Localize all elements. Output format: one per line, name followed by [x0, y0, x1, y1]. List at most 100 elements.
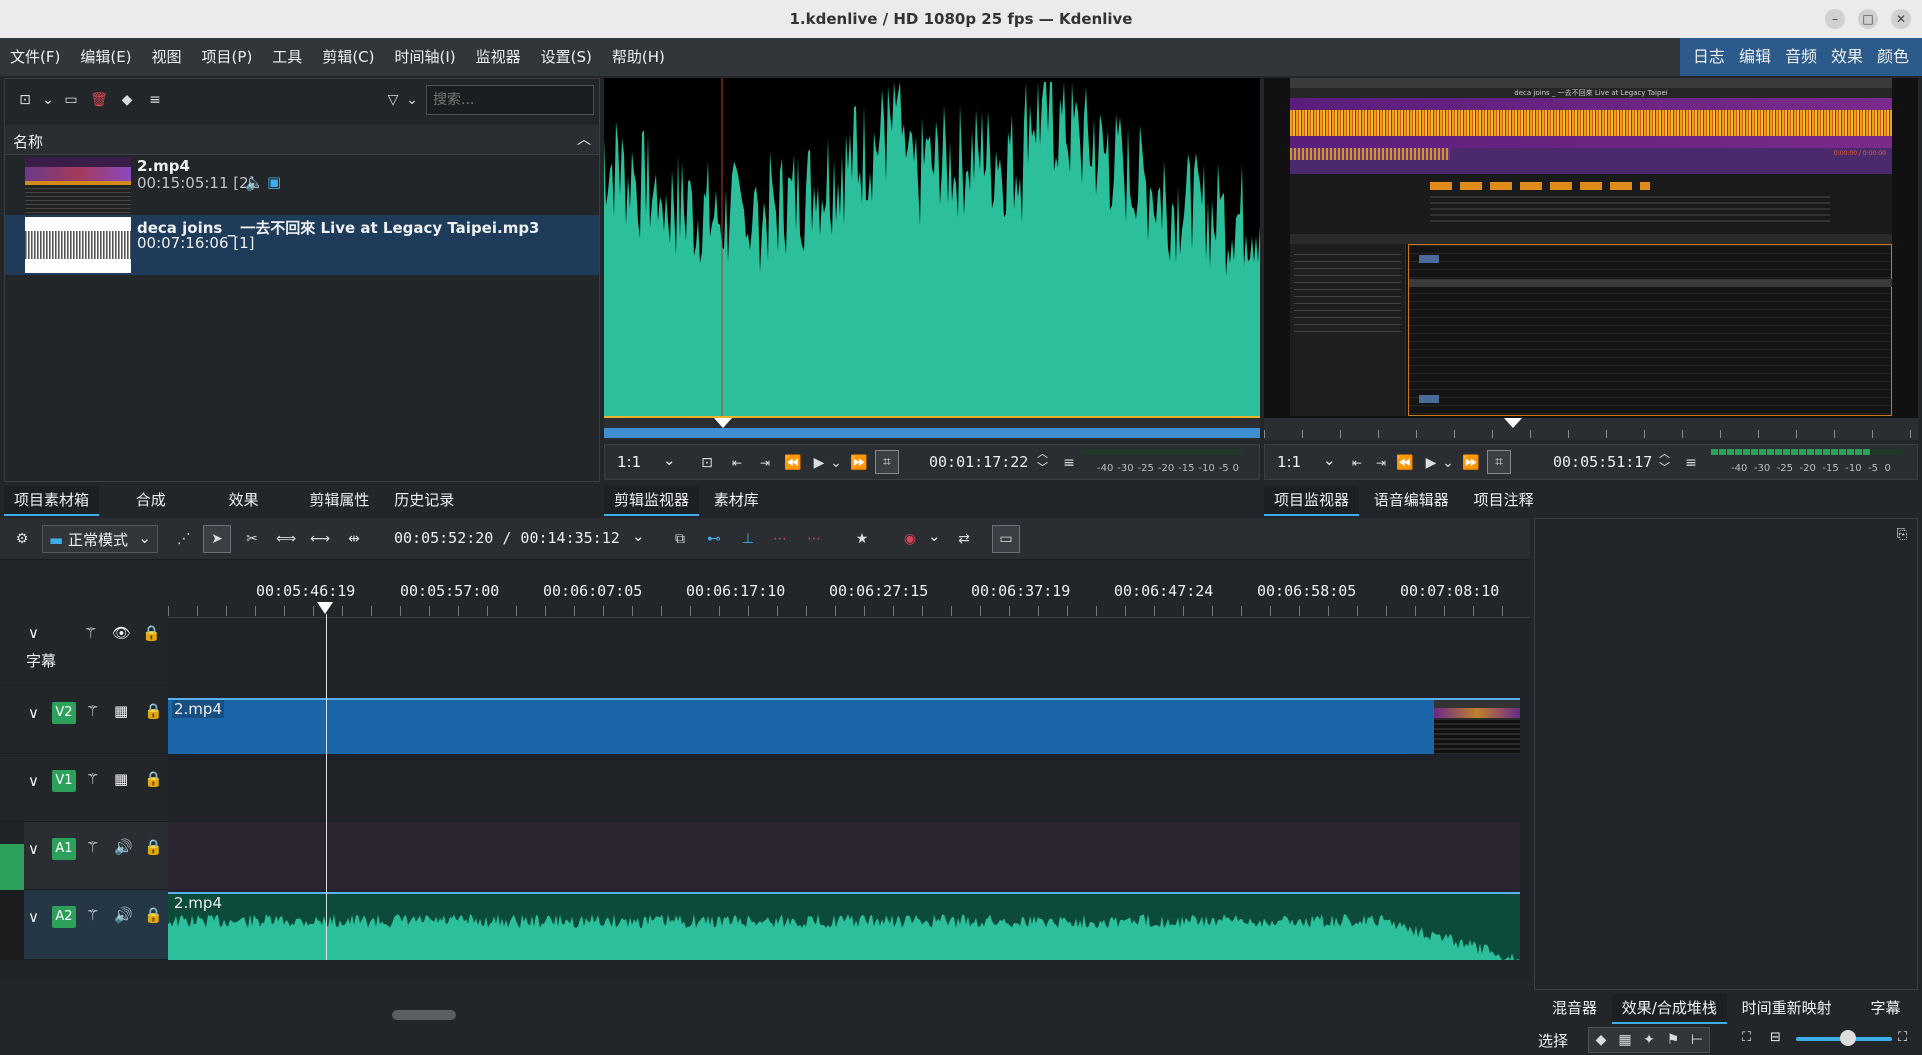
menu-help[interactable]: 帮助(H): [602, 38, 675, 76]
set-out-icon[interactable]: ⇥: [1369, 451, 1393, 475]
workspace-audio[interactable]: 音频: [1778, 38, 1824, 76]
tab-mixer[interactable]: 混音器: [1542, 994, 1607, 1022]
menu-icon[interactable]: ≡: [1057, 451, 1081, 475]
sort-chevron-icon[interactable]: ︿: [577, 129, 591, 149]
track-header-a2[interactable]: ∨ A2 ⚚ 🔊 🔒: [24, 890, 168, 960]
tab-time-remap[interactable]: 时间重新映射: [1732, 994, 1842, 1022]
minimize-button[interactable]: –: [1825, 9, 1845, 29]
menu-settings[interactable]: 设置(S): [531, 38, 602, 76]
folder-icon[interactable]: ▭: [59, 88, 83, 112]
film-icon[interactable]: ▦: [114, 770, 128, 788]
track-label[interactable]: A2: [52, 906, 76, 928]
forward-icon[interactable]: ⏩: [1459, 451, 1483, 475]
workspace-logging[interactable]: 日志: [1686, 38, 1732, 76]
crop-icon[interactable]: ⌗: [875, 450, 899, 474]
edit-mode-select[interactable]: ▬ 正常模式 ⌄: [42, 525, 158, 553]
track-header-v2[interactable]: ∨ V2 ⚚ ▦ 🔒: [0, 686, 168, 754]
menu-clip[interactable]: 剪辑(C): [312, 38, 384, 76]
lock-icon[interactable]: 🔒: [144, 770, 163, 788]
lock-icon[interactable]: 🔒: [142, 624, 161, 642]
filter-icon[interactable]: ▽: [381, 88, 405, 112]
play-icon[interactable]: ▶: [807, 451, 831, 475]
collapse-chevron-icon[interactable]: ∨: [28, 772, 39, 790]
lock-icon[interactable]: 🔒: [144, 838, 163, 856]
mix-icon[interactable]: ⇄: [952, 527, 976, 551]
playhead-marker[interactable]: [1504, 418, 1522, 428]
menu-icon[interactable]: ≡: [143, 88, 167, 112]
menu-tools[interactable]: 工具: [262, 38, 312, 76]
tab-history[interactable]: 历史记录: [384, 486, 464, 514]
tab-project-notes[interactable]: 项目注释: [1464, 486, 1544, 514]
bin-search-input[interactable]: [426, 85, 594, 115]
chevron-down-icon[interactable]: ⌄: [41, 88, 55, 112]
tab-clip-properties[interactable]: 剪辑属性: [299, 486, 379, 514]
tab-subtitles[interactable]: 字幕: [1860, 994, 1910, 1022]
tag-icon[interactable]: ◆: [1589, 1028, 1613, 1052]
subtitle-toggle-icon[interactable]: ▭: [992, 525, 1020, 553]
audio-clip[interactable]: 2.mp4: [168, 892, 1520, 960]
film-icon[interactable]: ▦: [114, 702, 128, 720]
tab-speech-editor[interactable]: 语音编辑器: [1364, 486, 1459, 514]
timeline-scrollbar[interactable]: [392, 1010, 456, 1020]
workspace-color[interactable]: 颜色: [1870, 38, 1916, 76]
chevron-down-icon[interactable]: ⌄: [928, 527, 941, 545]
add-clip-icon[interactable]: ⊡: [13, 88, 37, 112]
timecode-spin-icon[interactable]: ︿ ﹀: [1037, 447, 1048, 475]
effects-wand-icon[interactable]: ⚚: [86, 770, 99, 788]
zoom-fit-icon[interactable]: ⛶: [1742, 1030, 1751, 1045]
crop-icon[interactable]: ⌗: [1487, 450, 1511, 474]
fit-zoom-icon[interactable]: ⊡: [695, 451, 719, 475]
tag-icon[interactable]: ◆: [115, 88, 139, 112]
set-in-icon[interactable]: ⇤: [725, 451, 749, 475]
rewind-icon[interactable]: ⏪: [1393, 451, 1417, 475]
project-monitor-view[interactable]: deca joins _ 一去不回來 Live at Legacy Taipei…: [1264, 78, 1918, 418]
delete-icon[interactable]: 🗑: [87, 88, 111, 112]
timecode-display[interactable]: 00:05:51:17: [1553, 453, 1652, 471]
bin-clip-item[interactable]: deca joins _ 一去不回來 Live at Legacy Taipei…: [5, 215, 599, 275]
spacer-tool-icon[interactable]: ⟺: [274, 527, 298, 551]
cut-tool-icon[interactable]: ✂: [240, 527, 264, 551]
rewind-icon[interactable]: ⏪: [781, 451, 805, 475]
film-icon[interactable]: ▦: [1613, 1028, 1637, 1052]
insert-icon[interactable]: ⧉: [668, 527, 692, 551]
remove-space-icon[interactable]: ⋯: [802, 527, 826, 551]
playhead-marker[interactable]: [714, 418, 732, 428]
subtitle-track-lane[interactable]: [168, 618, 1520, 686]
collapse-chevron-icon[interactable]: ∨: [28, 908, 39, 926]
zoom-select[interactable]: 1:1: [1277, 453, 1301, 471]
eye-icon[interactable]: 👁: [112, 624, 131, 642]
close-button[interactable]: ✕: [1891, 9, 1911, 29]
ripple-tool-icon[interactable]: ⟷: [308, 527, 332, 551]
track-header-subtitle[interactable]: ∨ ⚚ 👁 🔒 字幕: [0, 618, 168, 686]
marker-flag-icon[interactable]: ⚑: [1661, 1028, 1685, 1052]
extract-icon[interactable]: ⋯: [768, 527, 792, 551]
selection-tool-icon[interactable]: ➤: [203, 525, 231, 553]
track-label[interactable]: V2: [52, 702, 76, 724]
video-clip[interactable]: 2.mp4: [168, 698, 1520, 754]
zoom-slider-handle[interactable]: [1840, 1030, 1856, 1046]
timecode-display[interactable]: 00:01:17:22: [929, 453, 1028, 471]
track-lane-v1[interactable]: [168, 754, 1520, 822]
zoom-select[interactable]: 1:1: [617, 453, 641, 471]
snap-icon[interactable]: ✦: [1637, 1028, 1661, 1052]
timeline-position[interactable]: 00:05:52:20 / 00:14:35:12: [394, 529, 620, 547]
menu-monitor[interactable]: 监视器: [466, 38, 531, 76]
settings-sliders-icon[interactable]: ⚙: [10, 527, 34, 551]
chevron-down-icon[interactable]: ⌄: [1323, 451, 1336, 469]
collapse-chevron-icon[interactable]: ∨: [28, 624, 39, 642]
tab-effect-stack[interactable]: 效果/合成堆栈: [1611, 994, 1727, 1024]
zone-icon[interactable]: ⊢: [1685, 1028, 1709, 1052]
set-out-icon[interactable]: ⇥: [753, 451, 777, 475]
effects-wand-icon[interactable]: ⚚: [84, 624, 97, 642]
effects-wand-icon[interactable]: ⚚: [86, 838, 99, 856]
zoom-in-icon[interactable]: ⛶: [1898, 1030, 1907, 1045]
track-lane-a1[interactable]: [168, 822, 1520, 890]
menu-view[interactable]: 视图: [142, 38, 192, 76]
slip-tool-icon[interactable]: ⇹: [342, 527, 366, 551]
chevron-down-icon[interactable]: ⌄: [1441, 451, 1455, 475]
menu-timeline[interactable]: 时间轴(I): [385, 38, 466, 76]
bin-clip-item[interactable]: 2.mp4 00:15:05:11 [2] 🔈 ▣: [5, 155, 599, 215]
chevron-down-icon[interactable]: ⌄: [663, 451, 676, 469]
timeline-ruler[interactable]: 00:05:46:19 00:05:57:00 00:06:07:05 00:0…: [168, 562, 1530, 618]
tab-effects[interactable]: 效果: [219, 486, 269, 514]
